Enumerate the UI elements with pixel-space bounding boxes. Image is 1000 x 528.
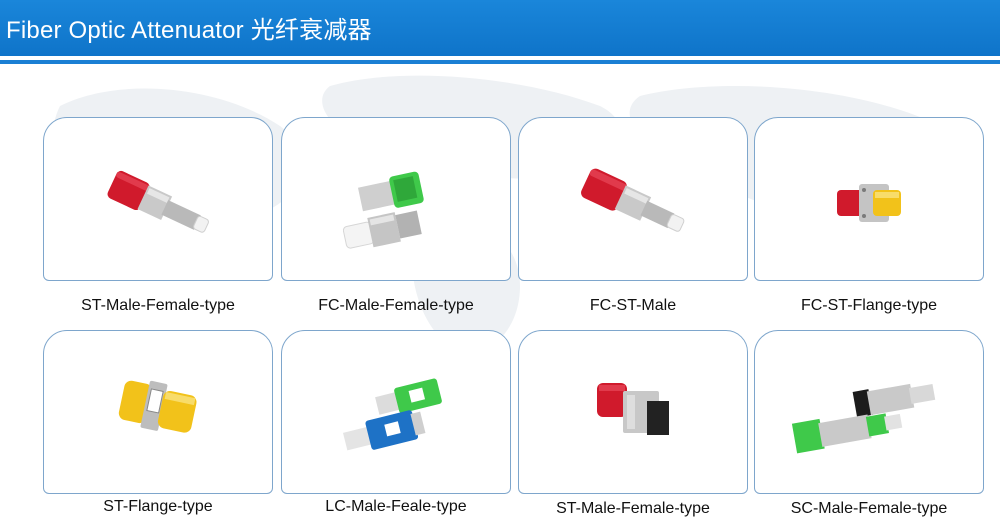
product-caption: SC-Male-Female-type — [790, 500, 948, 517]
lc-male-female-attenuator-photo — [343, 378, 442, 451]
product-caption: FC-ST-Male — [589, 297, 677, 314]
product-caption: FC-ST-Flange-type — [800, 297, 938, 314]
fc-male-female-attenuator-photo — [342, 171, 424, 249]
page-title: Fiber Optic Attenuator 光纤衰减器 — [6, 17, 372, 44]
product-card-lc-male-female — [281, 330, 511, 494]
header-divider — [0, 60, 1000, 64]
st-male-female-attenuator-photo — [107, 170, 209, 233]
product-card-sc-male-female — [754, 330, 984, 494]
product-card-st-male-female-sc — [518, 330, 748, 494]
product-card-st-flange — [43, 330, 273, 494]
fc-st-flange-attenuator-photo — [837, 184, 901, 222]
product-card-fc-male-female — [281, 117, 511, 281]
product-card-fc-st-flange — [754, 117, 984, 281]
product-caption: FC-Male-Female-type — [318, 297, 474, 314]
product-card-st-male-female — [43, 117, 273, 281]
fc-st-male-attenuator-photo — [581, 168, 685, 232]
product-caption: ST-Male-Female-type — [556, 500, 710, 517]
product-caption: ST-Male-Female-type — [81, 297, 235, 314]
product-caption: ST-Flange-type — [103, 498, 213, 515]
product-card-fc-st-male — [518, 117, 748, 281]
title-bar: Fiber Optic Attenuator 光纤衰减器 — [0, 0, 1000, 56]
product-caption: LC-Male-Feale-type — [325, 498, 467, 515]
st-sc-male-female-attenuator-photo — [597, 383, 669, 435]
st-flange-attenuator-photo — [118, 380, 197, 433]
sc-male-female-attenuator-photo — [791, 383, 936, 454]
